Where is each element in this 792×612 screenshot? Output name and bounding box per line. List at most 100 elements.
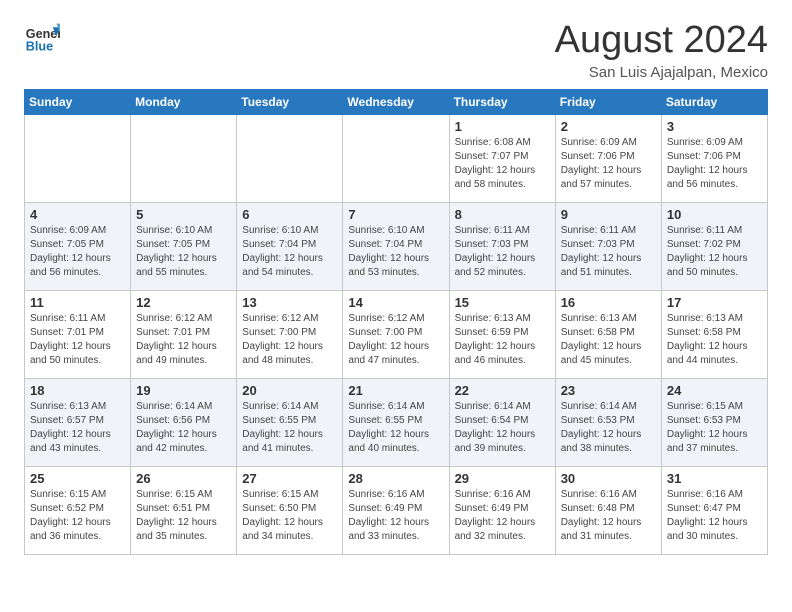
cell-info-text: Sunrise: 6:12 AM Sunset: 7:00 PM Dayligh… (348, 312, 443, 368)
page-header: General Blue August 2024 San Luis Ajajal… (24, 20, 768, 81)
cell-date-number: 28 (348, 471, 443, 486)
cell-info-text: Sunrise: 6:11 AM Sunset: 7:02 PM Dayligh… (667, 224, 762, 280)
calendar-cell: 10 Sunrise: 6:11 AM Sunset: 7:02 PM Dayli… (661, 202, 767, 290)
cell-info-text: Sunrise: 6:16 AM Sunset: 6:49 PM Dayligh… (455, 488, 550, 544)
cell-date-number: 26 (136, 471, 231, 486)
calendar-cell: 4 Sunrise: 6:09 AM Sunset: 7:05 PM Daylig… (25, 202, 131, 290)
cell-date-number: 6 (242, 207, 337, 222)
cell-info-text: Sunrise: 6:15 AM Sunset: 6:52 PM Dayligh… (30, 488, 125, 544)
calendar-cell: 23 Sunrise: 6:14 AM Sunset: 6:53 PM Dayli… (555, 378, 661, 466)
cell-info-text: Sunrise: 6:13 AM Sunset: 6:58 PM Dayligh… (561, 312, 656, 368)
weekday-header-monday: Monday (131, 89, 237, 114)
cell-info-text: Sunrise: 6:12 AM Sunset: 7:00 PM Dayligh… (242, 312, 337, 368)
calendar-cell: 14 Sunrise: 6:12 AM Sunset: 7:00 PM Dayli… (343, 290, 449, 378)
calendar-cell: 1 Sunrise: 6:08 AM Sunset: 7:07 PM Daylig… (449, 114, 555, 202)
cell-date-number: 20 (242, 383, 337, 398)
logo-icon: General Blue (24, 20, 60, 56)
calendar-week-row: 25Sunrise: 6:15 AM Sunset: 6:52 PM Dayli… (25, 466, 768, 554)
calendar-cell: 31 Sunrise: 6:16 AM Sunset: 6:47 PM Dayli… (661, 466, 767, 554)
cell-date-number: 31 (667, 471, 762, 486)
cell-info-text: Sunrise: 6:14 AM Sunset: 6:55 PM Dayligh… (242, 400, 337, 456)
calendar-cell: 12 Sunrise: 6:12 AM Sunset: 7:01 PM Dayli… (131, 290, 237, 378)
cell-info-text: Sunrise: 6:11 AM Sunset: 7:03 PM Dayligh… (455, 224, 550, 280)
cell-date-number: 12 (136, 295, 231, 310)
calendar-cell: 3 Sunrise: 6:09 AM Sunset: 7:06 PM Daylig… (661, 114, 767, 202)
logo: General Blue (24, 20, 60, 56)
cell-info-text: Sunrise: 6:14 AM Sunset: 6:53 PM Dayligh… (561, 400, 656, 456)
cell-date-number: 23 (561, 383, 656, 398)
cell-date-number: 1 (455, 119, 550, 134)
cell-date-number: 24 (667, 383, 762, 398)
calendar-cell: 27 Sunrise: 6:15 AM Sunset: 6:50 PM Dayli… (237, 466, 343, 554)
cell-date-number: 11 (30, 295, 125, 310)
calendar-cell: 2 Sunrise: 6:09 AM Sunset: 7:06 PM Daylig… (555, 114, 661, 202)
cell-date-number: 8 (455, 207, 550, 222)
title-area: August 2024 San Luis Ajajalpan, Mexico (555, 20, 768, 81)
calendar-cell: 25Sunrise: 6:15 AM Sunset: 6:52 PM Dayli… (25, 466, 131, 554)
cell-info-text: Sunrise: 6:15 AM Sunset: 6:53 PM Dayligh… (667, 400, 762, 456)
calendar-week-row: 11 Sunrise: 6:11 AM Sunset: 7:01 PM Dayli… (25, 290, 768, 378)
calendar-cell: 15 Sunrise: 6:13 AM Sunset: 6:59 PM Dayli… (449, 290, 555, 378)
weekday-header-row: SundayMondayTuesdayWednesdayThursdayFrid… (25, 89, 768, 114)
cell-info-text: Sunrise: 6:16 AM Sunset: 6:49 PM Dayligh… (348, 488, 443, 544)
cell-info-text: Sunrise: 6:16 AM Sunset: 6:48 PM Dayligh… (561, 488, 656, 544)
weekday-header-saturday: Saturday (661, 89, 767, 114)
cell-info-text: Sunrise: 6:10 AM Sunset: 7:05 PM Dayligh… (136, 224, 231, 280)
cell-info-text: Sunrise: 6:13 AM Sunset: 6:57 PM Dayligh… (30, 400, 125, 456)
calendar-cell: 20 Sunrise: 6:14 AM Sunset: 6:55 PM Dayli… (237, 378, 343, 466)
calendar-cell: 18Sunrise: 6:13 AM Sunset: 6:57 PM Dayli… (25, 378, 131, 466)
cell-date-number: 15 (455, 295, 550, 310)
cell-date-number: 10 (667, 207, 762, 222)
cell-date-number: 7 (348, 207, 443, 222)
cell-date-number: 29 (455, 471, 550, 486)
cell-date-number: 4 (30, 207, 125, 222)
calendar-cell: 11 Sunrise: 6:11 AM Sunset: 7:01 PM Dayli… (25, 290, 131, 378)
calendar-cell: 30Sunrise: 6:16 AM Sunset: 6:48 PM Dayli… (555, 466, 661, 554)
cell-info-text: Sunrise: 6:16 AM Sunset: 6:47 PM Dayligh… (667, 488, 762, 544)
cell-date-number: 27 (242, 471, 337, 486)
calendar-cell: 8 Sunrise: 6:11 AM Sunset: 7:03 PM Daylig… (449, 202, 555, 290)
calendar-week-row: 18Sunrise: 6:13 AM Sunset: 6:57 PM Dayli… (25, 378, 768, 466)
calendar-cell: 6Sunrise: 6:10 AM Sunset: 7:04 PM Daylig… (237, 202, 343, 290)
cell-info-text: Sunrise: 6:09 AM Sunset: 7:06 PM Dayligh… (667, 136, 762, 192)
calendar-cell: 19 Sunrise: 6:14 AM Sunset: 6:56 PM Dayli… (131, 378, 237, 466)
calendar-cell (131, 114, 237, 202)
cell-date-number: 16 (561, 295, 656, 310)
cell-info-text: Sunrise: 6:12 AM Sunset: 7:01 PM Dayligh… (136, 312, 231, 368)
cell-date-number: 19 (136, 383, 231, 398)
weekday-header-wednesday: Wednesday (343, 89, 449, 114)
cell-info-text: Sunrise: 6:14 AM Sunset: 6:55 PM Dayligh… (348, 400, 443, 456)
cell-info-text: Sunrise: 6:08 AM Sunset: 7:07 PM Dayligh… (455, 136, 550, 192)
cell-date-number: 22 (455, 383, 550, 398)
cell-date-number: 14 (348, 295, 443, 310)
calendar-cell: 29 Sunrise: 6:16 AM Sunset: 6:49 PM Dayli… (449, 466, 555, 554)
calendar-cell: 5Sunrise: 6:10 AM Sunset: 7:05 PM Daylig… (131, 202, 237, 290)
calendar-week-row: 4 Sunrise: 6:09 AM Sunset: 7:05 PM Daylig… (25, 202, 768, 290)
cell-info-text: Sunrise: 6:09 AM Sunset: 7:05 PM Dayligh… (30, 224, 125, 280)
cell-info-text: Sunrise: 6:14 AM Sunset: 6:54 PM Dayligh… (455, 400, 550, 456)
cell-date-number: 2 (561, 119, 656, 134)
cell-info-text: Sunrise: 6:15 AM Sunset: 6:51 PM Dayligh… (136, 488, 231, 544)
cell-info-text: Sunrise: 6:13 AM Sunset: 6:59 PM Dayligh… (455, 312, 550, 368)
calendar-cell: 22 Sunrise: 6:14 AM Sunset: 6:54 PM Dayli… (449, 378, 555, 466)
cell-info-text: Sunrise: 6:15 AM Sunset: 6:50 PM Dayligh… (242, 488, 337, 544)
svg-text:Blue: Blue (26, 40, 53, 54)
weekday-header-friday: Friday (555, 89, 661, 114)
calendar-cell: 26 Sunrise: 6:15 AM Sunset: 6:51 PM Dayli… (131, 466, 237, 554)
cell-date-number: 13 (242, 295, 337, 310)
cell-date-number: 17 (667, 295, 762, 310)
cell-info-text: Sunrise: 6:10 AM Sunset: 7:04 PM Dayligh… (348, 224, 443, 280)
calendar-week-row: 1 Sunrise: 6:08 AM Sunset: 7:07 PM Daylig… (25, 114, 768, 202)
calendar-cell (343, 114, 449, 202)
calendar-cell: 24 Sunrise: 6:15 AM Sunset: 6:53 PM Dayli… (661, 378, 767, 466)
cell-date-number: 21 (348, 383, 443, 398)
calendar-cell: 7 Sunrise: 6:10 AM Sunset: 7:04 PM Daylig… (343, 202, 449, 290)
cell-info-text: Sunrise: 6:09 AM Sunset: 7:06 PM Dayligh… (561, 136, 656, 192)
calendar-cell (25, 114, 131, 202)
calendar-cell: 9Sunrise: 6:11 AM Sunset: 7:03 PM Daylig… (555, 202, 661, 290)
cell-date-number: 3 (667, 119, 762, 134)
cell-info-text: Sunrise: 6:11 AM Sunset: 7:01 PM Dayligh… (30, 312, 125, 368)
weekday-header-thursday: Thursday (449, 89, 555, 114)
weekday-header-tuesday: Tuesday (237, 89, 343, 114)
cell-info-text: Sunrise: 6:14 AM Sunset: 6:56 PM Dayligh… (136, 400, 231, 456)
